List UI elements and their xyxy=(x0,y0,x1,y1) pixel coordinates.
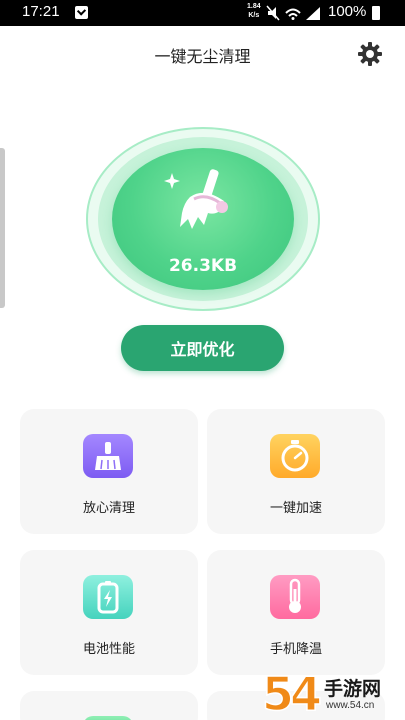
status-time: 17:21 xyxy=(22,3,60,20)
feature-label: 放心清理 xyxy=(82,501,135,516)
edge-handle[interactable] xyxy=(0,148,5,308)
battery-icon xyxy=(372,6,380,20)
junk-size-value: 26.3KB xyxy=(168,256,238,276)
mail-notification-icon xyxy=(75,6,88,19)
watermark-title: 手游网 xyxy=(324,678,382,700)
battery-percent: 100% xyxy=(328,3,367,20)
watermark-url: www.54.cn xyxy=(326,700,375,711)
battery-icon xyxy=(83,575,133,619)
app-icon xyxy=(83,716,133,720)
broom-icon xyxy=(164,169,228,229)
feature-tile-safe-clean[interactable]: 放心清理 xyxy=(20,409,198,534)
watermark-logo: 54 xyxy=(261,667,323,720)
clean-status-circle[interactable]: 26.3KB xyxy=(86,127,320,311)
signal-icons xyxy=(266,5,324,25)
feature-tile-cool-down[interactable]: 手机降温 xyxy=(207,550,385,675)
broom-icon xyxy=(83,434,133,478)
site-watermark: 54 手游网 www.54.cn xyxy=(261,667,405,720)
feature-tile-partial[interactable] xyxy=(20,691,198,720)
feature-tile-speed-up[interactable]: 一键加速 xyxy=(207,409,385,534)
stopwatch-icon xyxy=(270,434,320,478)
feature-label: 电池性能 xyxy=(82,642,135,657)
feature-label: 手机降温 xyxy=(269,642,322,657)
optimize-button[interactable]: 立即优化 xyxy=(121,325,284,371)
gear-icon[interactable] xyxy=(357,41,383,67)
thermometer-icon xyxy=(270,575,320,619)
mute-wifi-signal-icon xyxy=(266,5,320,21)
feature-tile-battery[interactable]: 电池性能 xyxy=(20,550,198,675)
network-speed: 1.84 K/s xyxy=(247,3,261,19)
feature-label: 一键加速 xyxy=(269,501,322,516)
page-title: 一键无尘清理 xyxy=(154,47,251,66)
status-bar: 17:21 1.84 K/s 100% xyxy=(0,0,405,26)
